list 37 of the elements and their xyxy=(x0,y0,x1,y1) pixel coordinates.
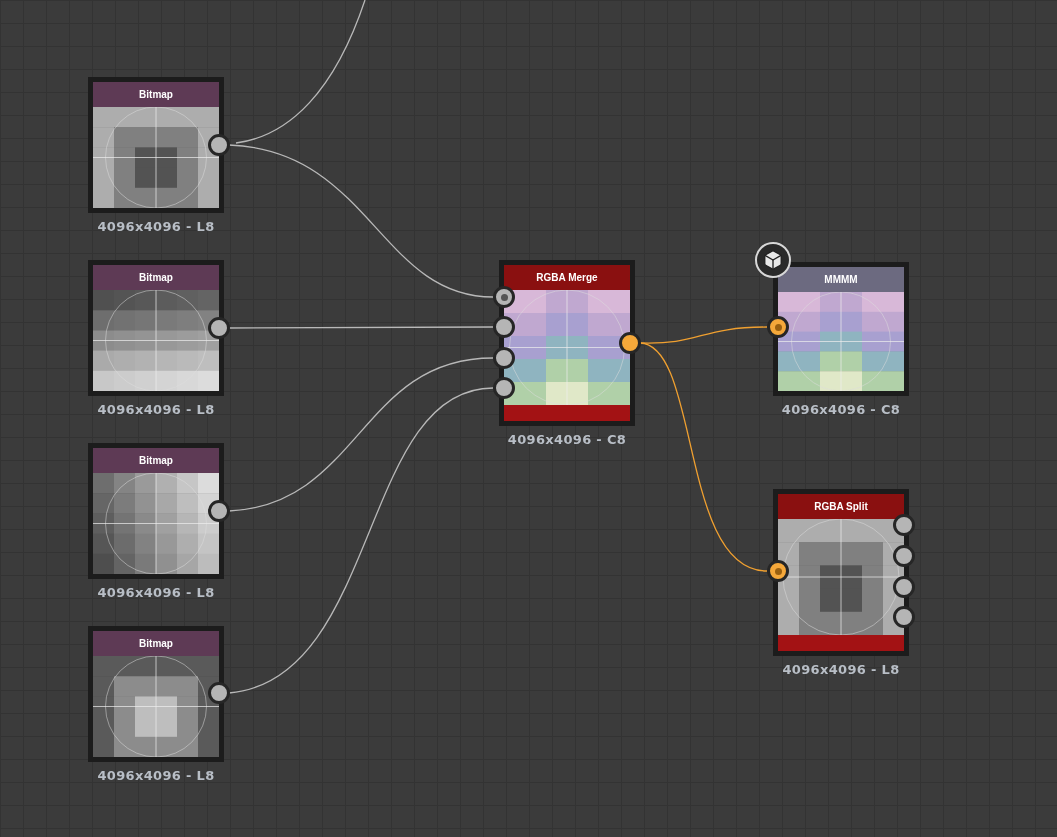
output-port[interactable] xyxy=(208,682,230,704)
input-port[interactable] xyxy=(493,316,515,338)
node-resolution-label: 4096x4096 - L8 xyxy=(782,661,900,679)
input-port[interactable] xyxy=(767,560,789,582)
cube-icon[interactable] xyxy=(755,242,791,278)
node-header: Bitmap xyxy=(93,265,219,290)
node-resolution-label: 4096x4096 - L8 xyxy=(97,584,215,602)
node-header: Bitmap xyxy=(93,82,219,107)
output-port[interactable] xyxy=(619,332,641,354)
node-resolution-label: 4096x4096 - L8 xyxy=(97,401,215,419)
node-resolution-label: 4096x4096 - L8 xyxy=(97,767,215,785)
node-header: Bitmap xyxy=(93,448,219,473)
output-port[interactable] xyxy=(208,134,230,156)
graph-node[interactable]: MMMM xyxy=(773,262,909,396)
graph-node[interactable]: Bitmap xyxy=(88,443,224,579)
node-header: MMMM xyxy=(778,267,904,292)
input-port[interactable] xyxy=(493,286,515,308)
output-port[interactable] xyxy=(893,545,915,567)
graph-node[interactable]: Bitmap xyxy=(88,626,224,762)
input-port[interactable] xyxy=(493,377,515,399)
output-port[interactable] xyxy=(208,500,230,522)
node-resolution-label: 4096x4096 - L8 xyxy=(97,218,215,236)
graph-node[interactable]: RGBA Merge xyxy=(499,260,635,426)
graph-node[interactable]: Bitmap xyxy=(88,77,224,213)
graph-node[interactable]: RGBA Split xyxy=(773,489,909,656)
node-resolution-label: 4096x4096 - C8 xyxy=(507,431,627,449)
node-header: RGBA Split xyxy=(778,494,904,519)
node-header: RGBA Merge xyxy=(504,265,630,290)
input-port[interactable] xyxy=(767,316,789,338)
node-header: Bitmap xyxy=(93,631,219,656)
output-port[interactable] xyxy=(208,317,230,339)
output-port[interactable] xyxy=(893,514,915,536)
node-resolution-label: 4096x4096 - C8 xyxy=(781,401,901,419)
output-port[interactable] xyxy=(893,576,915,598)
input-port[interactable] xyxy=(493,347,515,369)
output-port[interactable] xyxy=(893,606,915,628)
graph-node[interactable]: Bitmap xyxy=(88,260,224,396)
